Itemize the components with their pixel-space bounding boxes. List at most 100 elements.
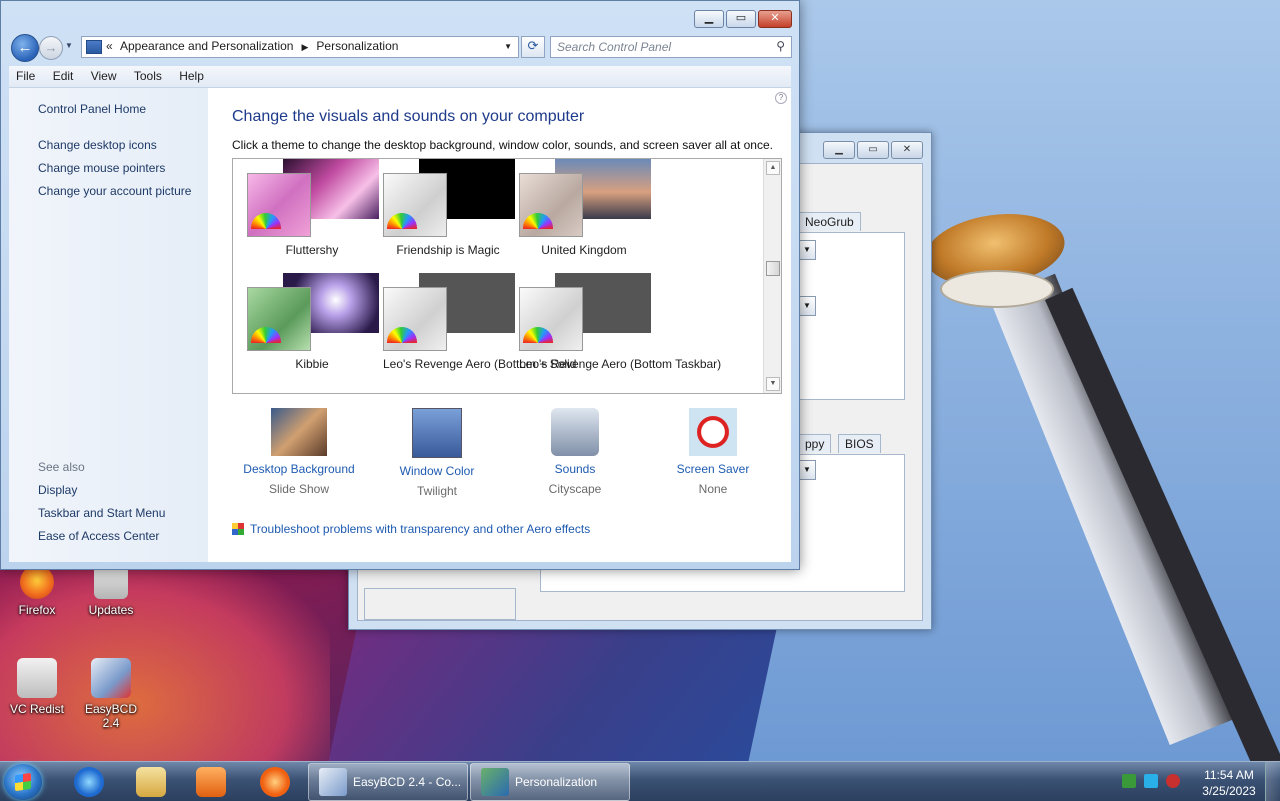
window-color-option[interactable]: Window Color Twilight: [372, 408, 502, 498]
recent-pages-dropdown[interactable]: ▼: [65, 41, 73, 50]
firefox-icon: [20, 565, 54, 599]
sidebar: Control Panel Home Change desktop icons …: [9, 88, 208, 562]
pinned-explorer[interactable]: [126, 766, 176, 798]
breadcrumb-separator-icon[interactable]: ▶: [301, 42, 308, 52]
task-label: EasyBCD 2.4 - Co...: [353, 775, 462, 789]
desktop-icon-easybcd[interactable]: EasyBCD 2.4: [76, 658, 146, 730]
clock[interactable]: 11:54 AM 3/25/2023: [1196, 767, 1262, 799]
desktop-icon-label: Firefox: [18, 603, 56, 617]
pinned-media-player[interactable]: [186, 766, 236, 798]
change-mouse-pointers-link[interactable]: Change mouse pointers: [38, 161, 165, 175]
menu-edit[interactable]: Edit: [46, 66, 81, 83]
theme-options: Desktop Background Slide Show Window Col…: [232, 408, 792, 508]
back-button[interactable]: ←: [11, 34, 39, 62]
see-also-heading: See also: [38, 460, 85, 474]
help-icon[interactable]: ?: [775, 92, 787, 104]
network-icon[interactable]: [1144, 774, 1158, 788]
navigation-bar: ← → ▼ « Appearance and Personalization ▶ P…: [9, 33, 792, 62]
change-account-picture-link[interactable]: Change your account picture: [38, 184, 191, 198]
option-value: Slide Show: [268, 482, 330, 496]
breadcrumb-appearance[interactable]: Appearance and Personalization: [120, 39, 293, 53]
theme-name: Friendship is Magic: [396, 243, 500, 257]
close-button[interactable]: ✕: [758, 10, 792, 28]
display-link[interactable]: Display: [38, 483, 77, 497]
screen-saver-option[interactable]: Screen Saver None: [648, 408, 778, 496]
tab-bios[interactable]: BIOS: [838, 434, 881, 453]
personalization-window[interactable]: ▁ ▭ ✕ ← → ▼ « Appearance and Personaliza…: [0, 0, 800, 570]
address-dropdown-icon[interactable]: ▼: [504, 42, 512, 51]
desktop-icon-updates[interactable]: Updates: [76, 565, 146, 617]
theme-name: Fluttershy: [285, 243, 339, 257]
theme-kibbie[interactable]: Kibbie: [247, 273, 379, 385]
minimize-button[interactable]: ▁: [694, 10, 724, 28]
scroll-up-icon[interactable]: ▲: [766, 161, 780, 175]
theme-leos-revenge-aero-bottom-solid[interactable]: Leo's Revenge Aero (Bottom + Solid: [383, 273, 576, 385]
theme-name: Kibbie: [295, 357, 329, 371]
sounds-option[interactable]: Sounds Cityscape: [510, 408, 640, 496]
ease-of-access-link[interactable]: Ease of Access Center: [38, 529, 159, 543]
desktop-background-option[interactable]: Desktop Background Slide Show: [234, 408, 364, 496]
taskbar-start-menu-link[interactable]: Taskbar and Start Menu: [38, 506, 165, 520]
maximize-button[interactable]: ▭: [857, 141, 889, 159]
control-panel-home-link[interactable]: Control Panel Home: [38, 102, 146, 116]
refresh-button[interactable]: ⟳: [521, 36, 545, 58]
volume-icon[interactable]: [1166, 774, 1180, 788]
close-button[interactable]: ✕: [891, 141, 923, 159]
action-center-flag-icon[interactable]: [1122, 774, 1136, 788]
option-label[interactable]: Sounds: [510, 462, 640, 476]
clock-date: 3/25/2023: [1202, 784, 1256, 798]
option-label[interactable]: Screen Saver: [648, 462, 778, 476]
windows-logo-icon: [15, 772, 31, 792]
task-easybcd[interactable]: EasyBCD 2.4 - Co...: [308, 763, 468, 801]
task-personalization[interactable]: Personalization: [470, 763, 630, 801]
forward-button[interactable]: →: [39, 36, 63, 60]
change-desktop-icons-link[interactable]: Change desktop icons: [38, 138, 157, 152]
media-player-icon: [196, 767, 226, 797]
scroll-down-icon[interactable]: ▼: [766, 377, 780, 391]
option-label[interactable]: Desktop Background: [234, 462, 364, 476]
maximize-button[interactable]: ▭: [726, 10, 756, 28]
theme-list[interactable]: Fluttershy Friendship is Magic United Ki…: [232, 158, 782, 394]
pinned-internet-explorer[interactable]: [64, 766, 114, 798]
start-button[interactable]: [4, 764, 42, 800]
dropdown-arrow-icon[interactable]: ▼: [798, 240, 816, 260]
desktop-background-icon: [271, 408, 327, 456]
tab-neogrub[interactable]: NeoGrub: [798, 212, 861, 231]
desktop-icon-label: Updates: [88, 603, 134, 617]
chevron-left-icon[interactable]: «: [106, 39, 113, 53]
menu-file[interactable]: File: [9, 66, 42, 83]
scroll-thumb[interactable]: [766, 261, 780, 276]
minimize-button[interactable]: ▁: [823, 141, 855, 159]
search-icon[interactable]: ⚲: [776, 39, 785, 53]
desktop-icon-label: VC Redist: [9, 702, 65, 716]
content-area: Control Panel Home Change desktop icons …: [9, 88, 791, 562]
troubleshoot-icon: [232, 523, 244, 535]
troubleshoot-link[interactable]: Troubleshoot problems with transparency …: [232, 522, 590, 536]
space-needle-ring: [940, 270, 1054, 308]
desktop-icon-vc-redist[interactable]: VC Redist: [2, 658, 72, 716]
option-label[interactable]: Window Color: [372, 464, 502, 478]
pinned-app[interactable]: [250, 766, 300, 798]
page-subtitle: Click a theme to change the desktop back…: [232, 138, 773, 152]
menu-view[interactable]: View: [84, 66, 124, 83]
dropdown-arrow-icon[interactable]: ▼: [798, 296, 816, 316]
theme-leos-revenge-aero-bottom-taskbar[interactable]: Leo's Revenge Aero (Bottom Taskbar): [519, 273, 721, 385]
menu-help[interactable]: Help: [172, 66, 211, 83]
breadcrumb-personalization[interactable]: Personalization: [316, 39, 398, 53]
search-input[interactable]: Search Control Panel ⚲: [550, 36, 792, 58]
theme-friendship-is-magic[interactable]: Friendship is Magic: [383, 159, 515, 271]
folder-icon: [136, 767, 166, 797]
tab-copy[interactable]: ppy: [798, 434, 832, 453]
theme-list-scrollbar[interactable]: ▲ ▼: [763, 159, 781, 393]
desktop-icon-firefox[interactable]: Firefox: [2, 565, 72, 617]
address-bar[interactable]: « Appearance and Personalization ▶ Persona…: [81, 36, 519, 58]
left-panel: [364, 588, 516, 620]
menu-tools[interactable]: Tools: [127, 66, 169, 83]
troubleshoot-label[interactable]: Troubleshoot problems with transparency …: [250, 522, 590, 536]
option-value: None: [698, 482, 728, 496]
taskbar: EasyBCD 2.4 - Co... Personalization 11:5…: [0, 761, 1280, 801]
theme-united-kingdom[interactable]: United Kingdom: [519, 159, 651, 271]
show-desktop-button[interactable]: [1265, 762, 1280, 801]
theme-fluttershy[interactable]: Fluttershy: [247, 159, 379, 271]
dropdown-arrow-icon[interactable]: ▼: [798, 460, 816, 480]
